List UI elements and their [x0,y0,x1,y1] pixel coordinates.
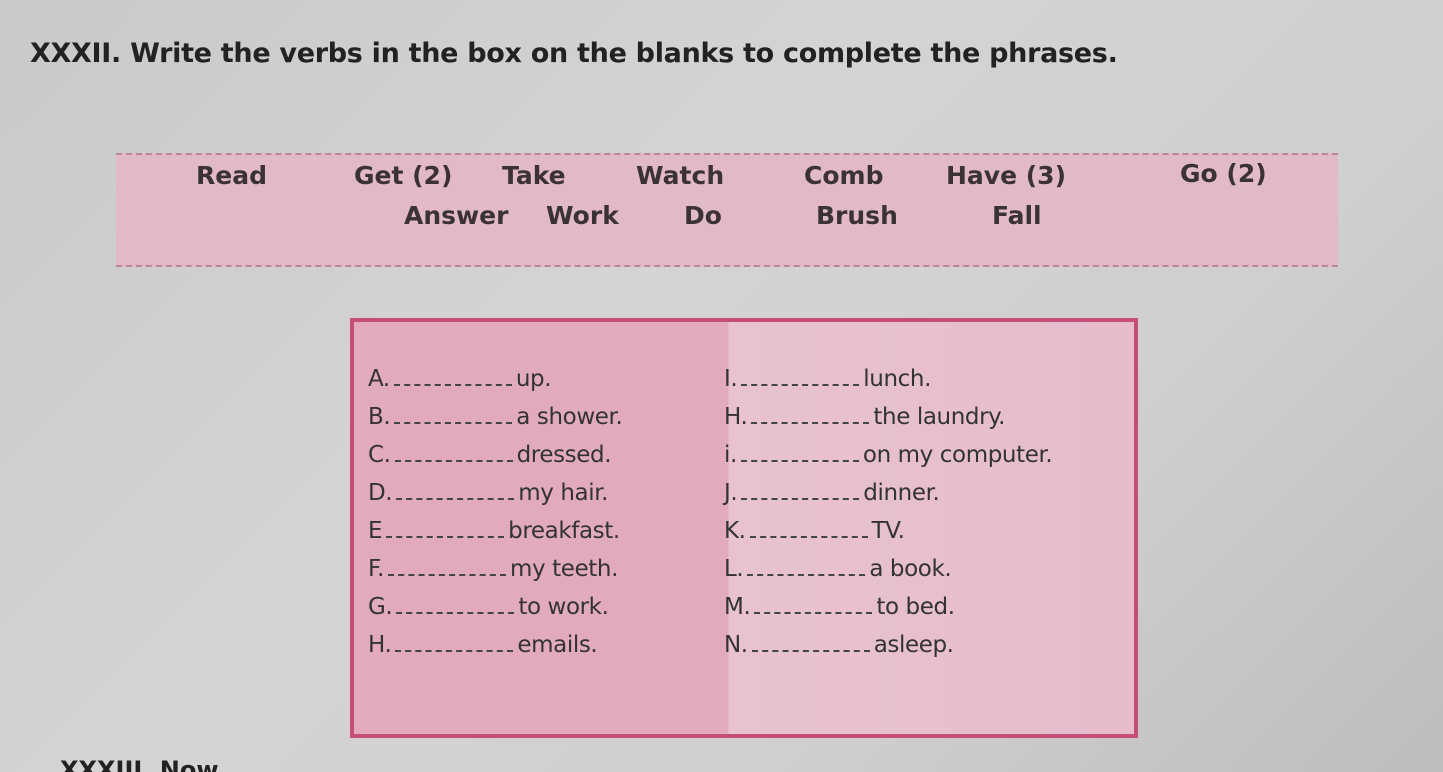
answer-blank[interactable] [386,535,505,538]
next-exercise-title: XXXIII. Now [60,756,219,772]
item-text: to bed. [876,594,955,620]
item-label: M. [724,594,751,620]
answer-blank[interactable] [741,383,860,386]
item-text: my teeth. [510,556,618,582]
item-label: C. [368,442,391,468]
phrase-item: G. to work. [368,594,609,620]
word: Comb [804,161,884,190]
item-label: A. [368,366,390,392]
word: Go (2) [1180,159,1267,188]
phrase-item: i. on my computer. [724,442,1053,468]
item-text: to work. [518,594,609,620]
item-label: N. [724,632,748,658]
item-text: on my computer. [862,442,1053,468]
phrase-item: L. a book. [724,556,952,582]
answer-blank[interactable] [749,535,868,538]
phrase-item: Ebreakfast. [368,518,620,544]
answer-blank[interactable] [393,383,512,386]
item-label: F. [368,556,385,582]
phrase-item: A. up. [368,366,552,392]
phrase-item: B. a shower. [368,404,623,430]
item-text: asleep. [873,632,954,658]
item-label: H. [724,404,748,430]
phrase-item: J. dinner. [724,480,940,506]
item-text: dinner. [863,480,940,506]
answer-blank[interactable] [394,459,513,462]
item-label: H. [368,632,392,658]
exercise-box: A. up. B. a shower. C. dressed. D. my hair. Ebre… [350,318,1138,738]
word: Take [502,161,566,190]
phrase-item: M. to bed. [724,594,955,620]
answer-blank[interactable] [751,649,870,652]
word: Have (3) [946,161,1066,190]
phrase-item: I. lunch. [724,366,931,392]
answer-blank[interactable] [747,573,866,576]
answer-blank[interactable] [396,497,515,500]
word: Fall [992,201,1042,230]
item-label: J. [724,480,738,506]
item-text: a shower. [516,404,623,430]
item-label: B. [368,404,391,430]
item-text: up. [515,366,552,392]
item-label: D. [368,480,393,506]
word: Work [546,201,619,230]
exercise-title: XXXII. Write the verbs in the box on the… [30,38,1118,69]
phrase-item: F. my teeth. [368,556,618,582]
item-label: i. [724,442,737,468]
answer-blank[interactable] [394,421,513,424]
item-text: emails. [517,632,598,658]
item-text: a book. [869,556,952,582]
phrase-item: H. emails. [368,632,598,658]
item-text: the laundry. [873,404,1006,430]
answer-blank[interactable] [395,649,514,652]
item-label: L. [724,556,744,582]
word: Read [196,161,267,190]
word: Answer [404,201,509,230]
answer-blank[interactable] [388,573,507,576]
word-box: Read Get (2) Take Watch Comb Have (3) Go… [116,153,1338,267]
item-text: lunch. [863,366,931,392]
word: Get (2) [354,161,453,190]
phrase-item: D. my hair. [368,480,608,506]
item-label: G. [368,594,393,620]
phrase-item: N. asleep. [724,632,954,658]
item-text: my hair. [518,480,609,506]
item-text: dressed. [516,442,612,468]
phrase-item: H. the laundry. [724,404,1005,430]
item-label: E [368,518,383,544]
word: Watch [636,161,725,190]
word: Do [684,201,722,230]
answer-blank[interactable] [740,459,859,462]
item-label: I. [724,366,738,392]
item-text: breakfast. [508,518,620,544]
phrase-item: K. TV. [724,518,905,544]
item-text: TV. [871,518,905,544]
answer-blank[interactable] [396,611,515,614]
phrase-item: C. dressed. [368,442,612,468]
answer-blank[interactable] [751,421,870,424]
item-label: K. [724,518,746,544]
answer-blank[interactable] [741,497,860,500]
answer-blank[interactable] [754,611,873,614]
word: Brush [816,201,898,230]
